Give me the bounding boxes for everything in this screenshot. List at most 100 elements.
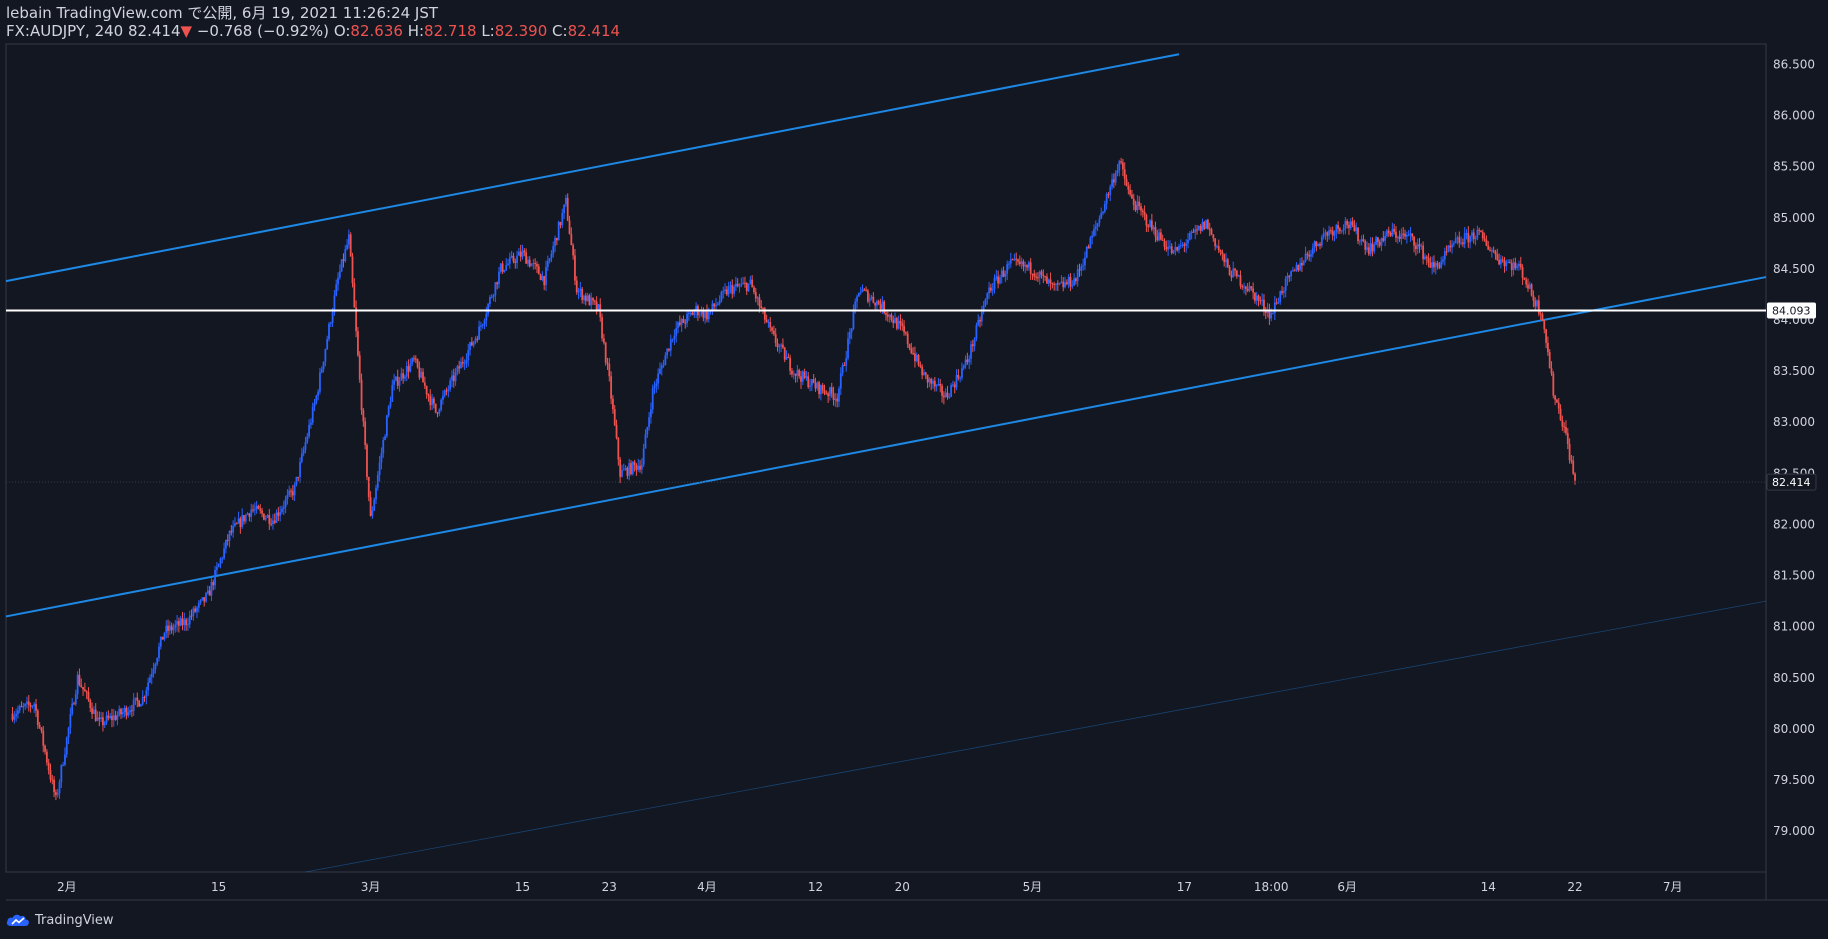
candle-body bbox=[1147, 225, 1150, 228]
candle-body bbox=[1413, 236, 1415, 246]
candle bbox=[358, 351, 361, 383]
candle bbox=[1178, 243, 1180, 254]
candle-body bbox=[24, 703, 27, 707]
candle bbox=[1226, 257, 1229, 269]
price-tick-label: 79.500 bbox=[1773, 773, 1815, 787]
candle-body bbox=[1302, 261, 1305, 266]
candle bbox=[89, 698, 92, 713]
candle bbox=[1241, 284, 1244, 290]
candle-body bbox=[244, 514, 247, 522]
candle bbox=[1208, 222, 1211, 237]
trendline-parallel-lower[interactable] bbox=[305, 600, 1767, 873]
horizontal-line-layer[interactable] bbox=[6, 309, 1766, 483]
candle-body bbox=[1534, 300, 1537, 307]
candle bbox=[1489, 246, 1491, 252]
time-tick-label: 6月 bbox=[1337, 880, 1357, 894]
tradingview-footer[interactable]: TradingView bbox=[5, 912, 114, 928]
candle-body bbox=[22, 706, 25, 708]
candle bbox=[82, 686, 84, 696]
candle-body bbox=[1471, 232, 1473, 236]
candle bbox=[29, 702, 32, 713]
candle bbox=[45, 749, 48, 766]
candle-body bbox=[174, 624, 177, 628]
trendline-channel-bottom[interactable] bbox=[5, 276, 1767, 618]
candle-body bbox=[671, 338, 674, 340]
candle bbox=[510, 250, 513, 259]
candle bbox=[18, 704, 21, 714]
candle bbox=[697, 304, 699, 321]
candle bbox=[642, 443, 645, 468]
candle bbox=[583, 294, 585, 305]
candle-body bbox=[1357, 227, 1359, 241]
candle-body bbox=[1037, 277, 1039, 279]
candle-body bbox=[420, 371, 423, 378]
candle-body bbox=[1051, 283, 1054, 285]
candle-body bbox=[928, 378, 931, 383]
candle bbox=[767, 319, 770, 328]
candle bbox=[1246, 283, 1249, 293]
candle bbox=[1476, 225, 1479, 241]
candle-body bbox=[443, 390, 446, 396]
candle-body bbox=[673, 335, 676, 339]
trendlines[interactable] bbox=[5, 53, 1767, 873]
candle bbox=[1176, 246, 1179, 252]
candle-body bbox=[1208, 228, 1211, 230]
candle-body bbox=[208, 590, 211, 596]
trendline-channel-top[interactable] bbox=[5, 53, 1180, 283]
candle-body bbox=[322, 361, 325, 370]
candle-body bbox=[1360, 239, 1363, 241]
candle-body bbox=[760, 306, 763, 309]
candle-body bbox=[1080, 266, 1083, 271]
price-axis[interactable]: 86.50086.00085.50085.00084.50084.00083.5… bbox=[1766, 57, 1817, 838]
candle-body bbox=[601, 317, 603, 339]
candle-body bbox=[612, 398, 614, 410]
candle-body bbox=[136, 697, 139, 701]
candle bbox=[986, 292, 989, 305]
candle bbox=[720, 290, 723, 303]
candle bbox=[1219, 249, 1222, 256]
candle bbox=[74, 689, 77, 706]
candle-body bbox=[731, 285, 734, 294]
candle-body bbox=[337, 277, 339, 285]
candle-body bbox=[1293, 270, 1296, 272]
candle bbox=[841, 362, 844, 377]
candlesticks bbox=[11, 157, 1576, 801]
candle bbox=[1402, 227, 1405, 239]
price-chart[interactable]: 86.50086.00085.50085.00084.50084.00083.5… bbox=[0, 0, 1828, 939]
candle-body bbox=[912, 353, 915, 355]
candle bbox=[235, 522, 238, 525]
candle bbox=[1360, 235, 1363, 246]
candle-body bbox=[1559, 408, 1562, 421]
candle-body bbox=[1331, 230, 1334, 236]
candle bbox=[1440, 256, 1443, 270]
candle-body bbox=[1246, 289, 1249, 291]
candle-body bbox=[49, 770, 52, 780]
candle-body bbox=[575, 280, 578, 293]
candle-body bbox=[756, 297, 759, 299]
candle-body bbox=[1140, 206, 1142, 211]
candle-body bbox=[456, 366, 459, 372]
candle bbox=[769, 317, 772, 332]
candle bbox=[946, 385, 949, 400]
candle-body bbox=[1563, 426, 1566, 428]
candle-body bbox=[237, 518, 240, 524]
candle bbox=[286, 489, 289, 505]
candle bbox=[338, 264, 341, 280]
candle-body bbox=[664, 355, 667, 366]
candle-body bbox=[1103, 204, 1106, 212]
candle bbox=[783, 346, 786, 363]
candle bbox=[957, 369, 960, 381]
candle bbox=[646, 426, 649, 438]
candle-body bbox=[941, 385, 943, 396]
candle-body bbox=[1150, 220, 1153, 230]
candle bbox=[1196, 225, 1198, 235]
candle-body bbox=[691, 312, 694, 316]
time-axis[interactable]: 2月 15 3月 15 23 4月 12 20 5月 17 18:00 6月 14 22 7月 bbox=[57, 880, 1683, 894]
candle-body bbox=[1335, 225, 1338, 232]
candle-body bbox=[1241, 285, 1244, 288]
candle bbox=[521, 244, 524, 260]
candle-body bbox=[490, 296, 493, 298]
candle bbox=[704, 310, 707, 324]
candle bbox=[1065, 279, 1068, 286]
candle-body bbox=[877, 300, 880, 305]
